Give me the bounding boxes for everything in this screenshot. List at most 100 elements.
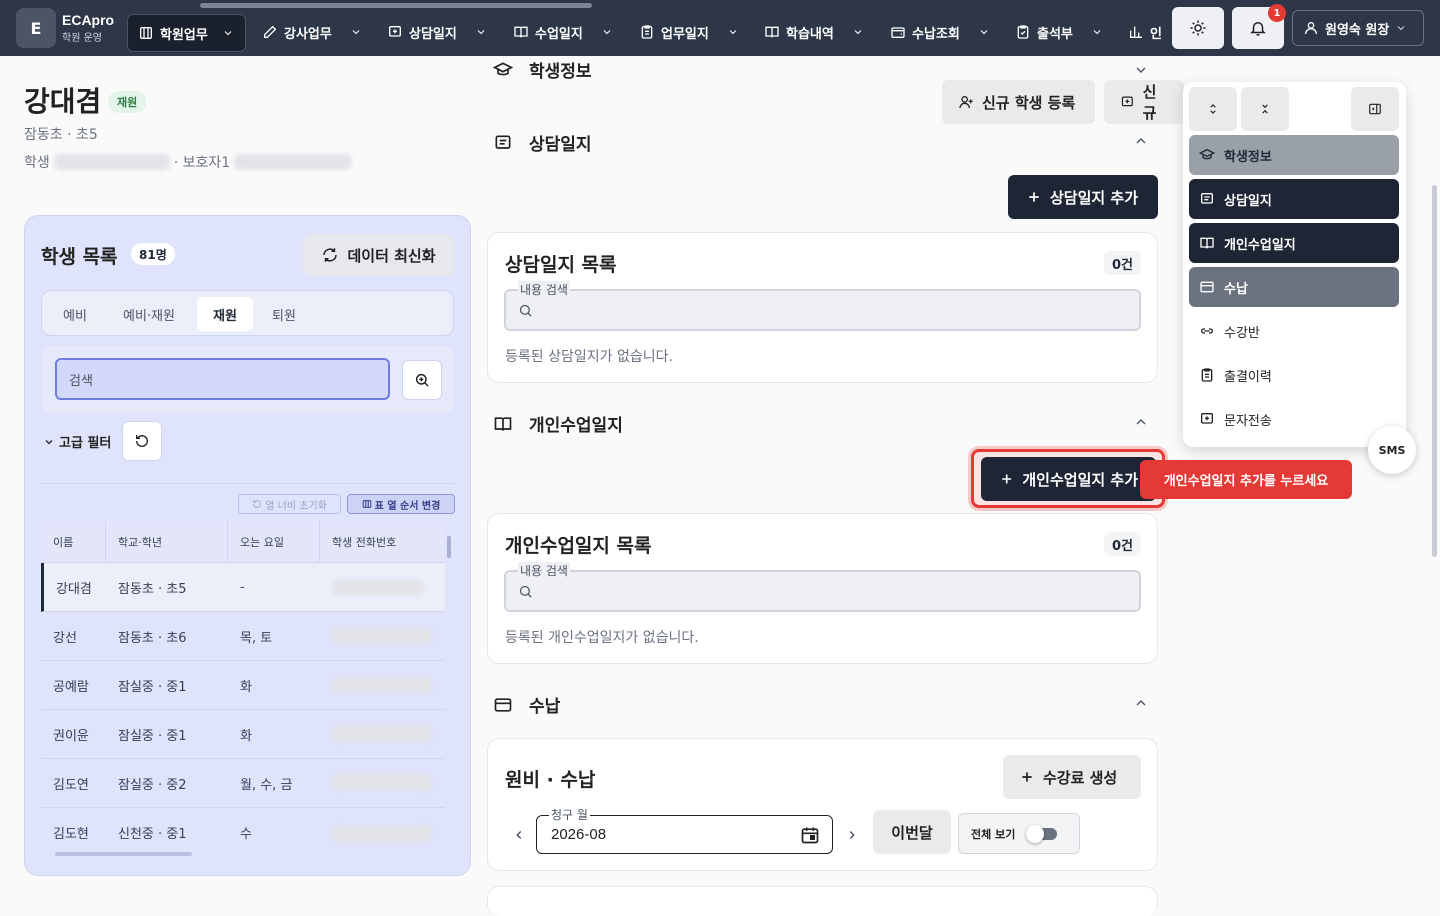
cell-school: 잠실중 · 중2 [118,777,187,793]
new-other-button[interactable]: 신규 [1104,80,1184,124]
add-counsel-label: 상담일지 추가 [1050,188,1139,207]
nav-course-class[interactable]: 수강반 [1189,311,1399,351]
chevron-down-icon [729,30,737,35]
list-count-badge: 81명 [131,243,175,265]
cell-phone [320,628,445,644]
column-header[interactable]: 오는 요일 [228,520,320,563]
cell-name: 김도연 [53,777,89,793]
this-month-label: 이번달 [891,823,933,842]
table-row[interactable]: 강대겸 잠동초 · 초5 - [41,563,445,612]
user-menu-button[interactable]: 원영숙 원장 [1292,10,1424,46]
new-student-button[interactable]: 신규 학생 등록 [942,80,1095,124]
content-search-field[interactable]: 내용 검색 [504,562,1141,612]
expand-all-button[interactable] [1189,87,1237,131]
search-button[interactable] [402,360,442,400]
add-private-class-button[interactable]: 개인수업일지 추가 [981,457,1156,501]
nav-item-teacher[interactable]: 강사업무 [262,14,362,50]
close-panel-button[interactable] [1351,87,1399,131]
nav-item-stats[interactable]: 인 [1128,14,1162,50]
nav-label: 수납 [1224,281,1248,297]
chevron-up-icon[interactable] [1133,695,1149,711]
content-search-field[interactable]: 내용 검색 [504,281,1141,331]
cell-school: 잠실중 · 중1 [118,728,187,744]
table-row[interactable]: 강선 잠동초 · 초6 목, 토 [41,612,445,661]
nav-student-info[interactable]: 학생정보 [1189,135,1399,175]
sun-icon [1190,20,1206,36]
nav-payment[interactable]: 수납 [1189,267,1399,307]
status-badge: 재원 [108,91,147,113]
add-counsel-button[interactable]: 상담일지 추가 [1008,175,1158,219]
page-scrollbar[interactable] [1432,185,1437,557]
create-fee-button[interactable]: 수강료 생성 [1003,755,1141,799]
chevron-down-icon [224,31,232,36]
column-header[interactable]: 학교·학년 [106,520,228,563]
section-header-counsel[interactable]: 상담일지 [493,130,592,155]
column-header[interactable]: 학생 전화번호 [320,521,445,563]
chevron-left-icon [516,830,522,840]
nav-scrollbar[interactable] [200,3,592,8]
nav-label: 수납조회 [912,26,960,42]
tab-withdrawn[interactable]: 퇴원 [262,297,306,331]
nav-attendance-history[interactable]: 출결이력 [1189,355,1399,395]
nav-label: 수업일지 [535,26,583,42]
next-month-button[interactable] [845,828,859,842]
table-row[interactable]: 공예람 잠실중 · 중1 화 [41,661,445,710]
calendar-icon[interactable] [800,825,820,845]
search-input[interactable]: 검색 [55,358,390,400]
card-title: 원비 · 수납 [505,769,596,791]
nav-item-class-log[interactable]: 수업일지 [513,14,613,50]
rotate-left-icon [253,500,261,508]
table-row[interactable]: 김도현 신천중 · 중1 수 [41,808,445,857]
add-private-class-label: 개인수업일지 추가 [1022,470,1138,489]
chevron-up-icon[interactable] [1133,414,1149,430]
nav-item-attendance[interactable]: 출석부 [1015,14,1103,50]
refresh-data-button[interactable]: 데이터 최신화 [303,234,454,276]
chevron-down-icon [1397,26,1405,31]
refresh-icon [323,248,338,262]
table-row[interactable]: 권이윤 잠실중 · 중1 화 [41,710,445,759]
reset-filter-button[interactable] [122,421,162,461]
theme-toggle-button[interactable] [1172,7,1224,49]
show-all-toggle[interactable]: 전체 보기 [958,813,1080,854]
this-month-button[interactable]: 이번달 [873,810,951,854]
nav-item-counsel[interactable]: 상담일지 [387,14,487,50]
table-vertical-scrollbar[interactable] [447,536,451,558]
billing-month-field[interactable]: 청구 월 2026-08 [536,806,833,854]
student-contact: 학생 · 보호자1 [24,152,353,172]
column-header[interactable]: 이름 [41,520,106,563]
blurred-phone [234,154,353,170]
app-subtitle: 학원 운영 [62,33,102,44]
notification-badge: 1 [1268,4,1286,22]
nav-label: 학습내역 [786,26,834,42]
clipboard-check-icon [1017,25,1029,39]
nav-send-message[interactable]: 문자전송 [1189,399,1399,439]
nav-item-payment-lookup[interactable]: 수납조회 [890,14,990,50]
panel-right-close-icon [1369,103,1381,115]
bell-icon [1250,22,1266,36]
section-header-student-info[interactable]: 학생정보 [493,57,592,82]
advanced-filter-toggle[interactable]: 고급 필터 [43,432,111,451]
reorder-columns-button[interactable]: 표 열 순서 변경 [347,494,455,514]
chevron-up-icon[interactable] [1133,133,1149,149]
table-row[interactable]: 김도연 잠실중 · 중2 월, 수, 금 [41,759,445,808]
sms-button[interactable]: SMS [1368,426,1416,474]
nav-counsel[interactable]: 상담일지 [1189,179,1399,219]
section-header-private-class[interactable]: 개인수업일지 [493,411,623,436]
nav-item-work-log[interactable]: 업무일지 [639,14,739,50]
table-horizontal-scrollbar[interactable] [55,852,192,856]
student-phone-label: 학생 [24,155,50,171]
tab-enrolled[interactable]: 재원 [197,297,253,331]
nav-item-academy[interactable]: 학원업무 [127,14,246,52]
reset-column-width-button[interactable]: 열 너비 초기화 [238,494,341,514]
toggle-switch[interactable] [1026,824,1058,843]
chevron-down-icon[interactable] [1133,62,1149,78]
prev-month-button[interactable] [512,828,526,842]
nav-item-study-history[interactable]: 학습내역 [764,14,864,50]
tab-prospect-enrolled[interactable]: 예비·재원 [114,297,184,331]
tab-prospect[interactable]: 예비 [54,297,96,331]
collapse-all-button[interactable] [1241,87,1289,131]
plus-icon [1002,474,1012,484]
section-header-payment[interactable]: 수납 [493,692,560,717]
nav-private-class[interactable]: 개인수업일지 [1189,223,1399,263]
instruction-tooltip: 개인수업일지 추가를 누르세요 [1140,460,1352,499]
